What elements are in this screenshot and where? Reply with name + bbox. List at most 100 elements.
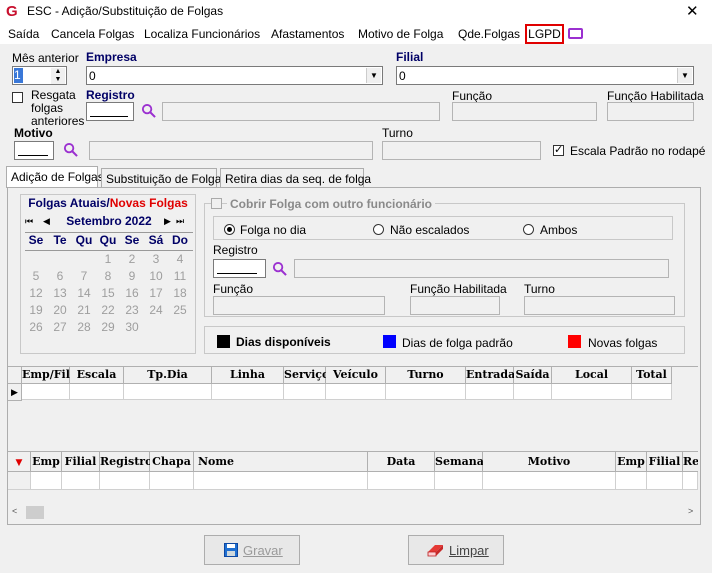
limpar-button[interactable]: Limpar xyxy=(408,535,504,565)
resgata-checkbox[interactable] xyxy=(12,92,23,103)
table-cell[interactable] xyxy=(326,384,386,400)
scroll-thumb[interactable] xyxy=(26,506,44,519)
calendar-day[interactable]: 24 xyxy=(144,302,168,319)
table-cell[interactable] xyxy=(124,384,212,400)
column-header[interactable]: Escala xyxy=(70,367,124,384)
calendar-day[interactable]: 14 xyxy=(72,285,96,302)
table-cell[interactable] xyxy=(70,384,124,400)
column-header[interactable]: Filial xyxy=(647,452,683,472)
column-header[interactable]: Re xyxy=(683,452,698,472)
row-indicator[interactable] xyxy=(8,472,31,490)
cobrir-checkbox[interactable] xyxy=(211,198,222,209)
spinner-down-icon[interactable]: ▼ xyxy=(51,76,65,84)
calendar-day[interactable]: 22 xyxy=(96,302,120,319)
column-header[interactable]: Filial xyxy=(62,452,100,472)
column-header[interactable]: Emp/Fil xyxy=(22,367,70,384)
column-header[interactable]: Data xyxy=(368,452,435,472)
calendar-day[interactable]: 28 xyxy=(72,319,96,336)
calendar-day[interactable]: 17 xyxy=(144,285,168,302)
table-cell[interactable] xyxy=(368,472,435,490)
calendar-day[interactable]: 10 xyxy=(144,268,168,285)
calendar-day[interactable]: 5 xyxy=(24,268,48,285)
scroll-left-icon[interactable]: < xyxy=(12,506,17,516)
monitor-icon[interactable] xyxy=(568,28,583,39)
calendar-day[interactable]: 1 xyxy=(96,251,120,268)
nao-escalados-radio[interactable] xyxy=(373,224,384,235)
column-header[interactable]: Serviço xyxy=(284,367,329,384)
column-header[interactable]: Motivo xyxy=(483,452,616,472)
menu-motivo-de-folga[interactable]: Motivo de Folga xyxy=(358,27,443,41)
calendar-day[interactable]: 15 xyxy=(96,285,120,302)
column-header[interactable]: Veículo xyxy=(326,367,386,384)
tab-retira-dias[interactable]: Retira dias da seq. de folga xyxy=(220,168,371,188)
calendar-day[interactable]: 21 xyxy=(72,302,96,319)
table-cell[interactable] xyxy=(284,384,326,400)
calendar-day[interactable]: 9 xyxy=(120,268,144,285)
first-month-icon[interactable]: ⏮ xyxy=(25,216,33,227)
table-cell[interactable] xyxy=(100,472,150,490)
calendar-day[interactable]: 18 xyxy=(168,285,192,302)
prev-month-icon[interactable]: ◀ xyxy=(43,216,50,227)
menu-qde-folgas[interactable]: Qde.Folgas xyxy=(458,27,520,41)
menu-lgpd[interactable]: LGPD xyxy=(525,24,564,44)
column-header[interactable]: Chapa xyxy=(150,452,194,472)
table-cell[interactable] xyxy=(616,472,647,490)
menu-cancela-folgas[interactable]: Cancela Folgas xyxy=(51,27,134,41)
table-cell[interactable] xyxy=(194,472,368,490)
row-indicator[interactable]: ▶ xyxy=(8,384,22,401)
calendar-day[interactable]: 2 xyxy=(120,251,144,268)
folga-no-dia-radio[interactable] xyxy=(224,224,235,235)
ambos-radio[interactable] xyxy=(523,224,534,235)
table-cell[interactable] xyxy=(466,384,514,400)
column-header[interactable]: Saída xyxy=(514,367,552,384)
calendar-day[interactable]: 19 xyxy=(24,302,48,319)
spinner-up-icon[interactable]: ▲ xyxy=(51,68,65,76)
menu-afastamentos[interactable]: Afastamentos xyxy=(271,27,344,41)
calendar-day[interactable]: 27 xyxy=(48,319,72,336)
menu-localiza-funcionarios[interactable]: Localiza Funcionários xyxy=(144,27,260,41)
next-month-icon[interactable]: ▶ xyxy=(164,216,171,227)
calendar-day[interactable]: 8 xyxy=(96,268,120,285)
registro-input[interactable] xyxy=(86,102,134,121)
table-cell[interactable] xyxy=(31,472,62,490)
cobrir-registro-input[interactable] xyxy=(213,259,266,278)
column-header[interactable]: Registro xyxy=(100,452,152,472)
calendar-day[interactable]: 6 xyxy=(48,268,72,285)
table-cell[interactable] xyxy=(552,384,632,400)
search-icon[interactable] xyxy=(272,261,287,276)
calendar-day[interactable]: 26 xyxy=(24,319,48,336)
calendar-day[interactable]: 7 xyxy=(72,268,96,285)
calendar-day[interactable]: 13 xyxy=(48,285,72,302)
table-cell[interactable] xyxy=(22,384,70,400)
table-cell[interactable] xyxy=(647,472,683,490)
calendar-day[interactable]: 4 xyxy=(168,251,192,268)
column-header[interactable]: Semana xyxy=(435,452,484,472)
calendar-day[interactable]: 20 xyxy=(48,302,72,319)
motivo-input[interactable] xyxy=(14,141,54,160)
calendar-day[interactable]: 23 xyxy=(120,302,144,319)
table-cell[interactable] xyxy=(150,472,194,490)
table-cell[interactable] xyxy=(483,472,616,490)
calendar-day[interactable]: 12 xyxy=(24,285,48,302)
table-cell[interactable] xyxy=(212,384,284,400)
table-cell[interactable] xyxy=(514,384,552,400)
tab-adicao-de-folgas[interactable]: Adição de Folgas xyxy=(6,166,104,188)
filial-select[interactable]: 0 ▼ xyxy=(396,66,694,85)
scroll-right-icon[interactable]: > xyxy=(688,506,693,516)
tab-substituicao-de-folgas[interactable]: Substituição de Folgas xyxy=(101,168,227,188)
column-header[interactable]: Emp xyxy=(31,452,62,472)
menu-saida[interactable]: Saída xyxy=(8,27,39,41)
table-cell[interactable] xyxy=(632,384,672,400)
column-header[interactable]: Nome xyxy=(194,452,368,472)
horizontal-scrollbar[interactable]: < > xyxy=(8,504,698,521)
column-header[interactable]: Tp.Dia xyxy=(124,367,212,384)
column-header[interactable]: Entrada xyxy=(466,367,515,384)
last-month-icon[interactable]: ⏭ xyxy=(176,216,184,227)
gravar-button[interactable]: Gravar xyxy=(204,535,300,565)
calendar-day[interactable]: 30 xyxy=(120,319,144,336)
search-icon[interactable] xyxy=(141,103,156,118)
calendar-day[interactable]: 25 xyxy=(168,302,192,319)
mes-anterior-spinner[interactable]: 1 ▲ ▼ xyxy=(12,66,67,85)
chevron-down-icon[interactable]: ▼ xyxy=(366,68,381,83)
column-header[interactable]: Linha xyxy=(212,367,284,384)
